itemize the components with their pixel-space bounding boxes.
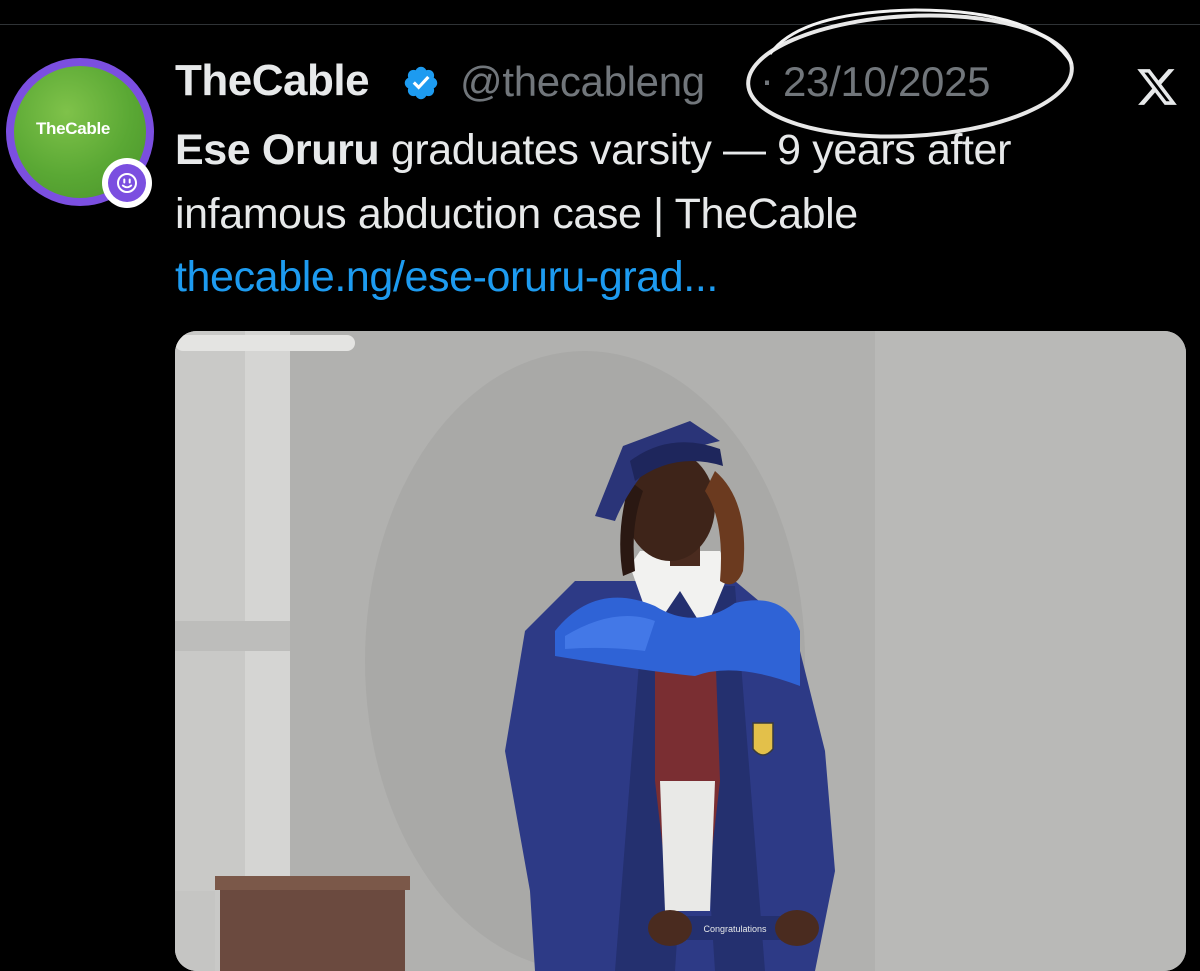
headline-rest: graduates varsity — 9 years after — [379, 126, 1012, 174]
tweet-media-photo[interactable]: Congratulations — [175, 331, 1186, 971]
graduation-photo-illustration: Congratulations — [175, 331, 1186, 971]
author-avatar[interactable]: TheCable — [6, 58, 154, 208]
author-name[interactable]: TheCable — [175, 56, 370, 106]
date-highlight-circle — [746, 8, 1074, 139]
author-handle[interactable]: @thecableng — [460, 58, 705, 106]
verified-badge-icon — [404, 66, 438, 100]
tweet-text-line-1: Ese Oruru graduates varsity — 9 years af… — [175, 126, 1011, 175]
tweet-text-line-2: infamous abduction case | TheCable — [175, 190, 858, 238]
headline-name: Ese Oruru — [175, 126, 380, 174]
article-link[interactable]: thecable.ng/ese-oruru-grad... — [175, 253, 718, 302]
avatar-badge — [102, 158, 152, 208]
avatar-logo-text: TheCable — [35, 119, 111, 138]
scroll-text: Congratulations — [703, 924, 767, 934]
smiley-icon — [108, 164, 146, 202]
x-logo-icon[interactable] — [1132, 65, 1182, 109]
